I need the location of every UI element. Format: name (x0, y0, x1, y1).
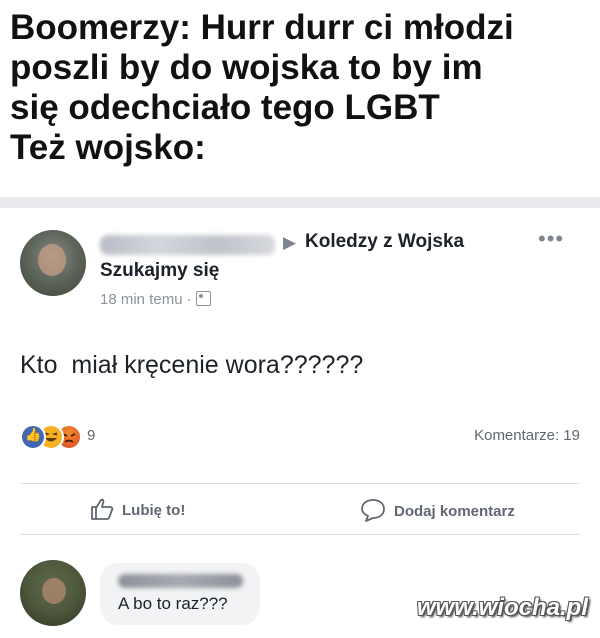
more-options-icon[interactable]: ••• (538, 226, 564, 252)
like-button[interactable]: Lubię to! (90, 498, 185, 524)
like-reaction-icon (20, 424, 46, 450)
speech-bubble-icon (360, 498, 386, 526)
facebook-post: ▶ Koledzy z Wojska ••• Szukajmy się 18 m… (0, 208, 600, 638)
feed-divider (0, 197, 600, 208)
reaction-count: 9 (87, 427, 96, 444)
comment-bubble: A bo to raz??? (100, 563, 260, 625)
like-label: Lubię to! (122, 501, 186, 519)
caption-line: poszli by do wojska to by im (10, 48, 483, 87)
poster-avatar[interactable] (20, 230, 86, 296)
caption-line: Boomerzy: Hurr durr ci młodzi (10, 8, 514, 47)
poster-name-blurred[interactable] (100, 235, 275, 255)
post-body: Kto miał kręcenie wora?????? (20, 351, 364, 379)
post-meta: 18 min temu · (100, 291, 211, 308)
thumbs-up-icon (90, 498, 114, 524)
separator-dot: · (186, 291, 192, 308)
commenter-name-blurred[interactable] (118, 574, 243, 588)
group-name-link[interactable]: Koledzy z Wojska (305, 231, 464, 253)
post-feeling: Szukajmy się (100, 260, 220, 281)
post-timestamp[interactable]: 18 min temu (100, 291, 183, 308)
comment-text: A bo to raz??? (118, 594, 228, 613)
site-watermark: www.wiocha.pl (416, 594, 588, 621)
triangle-right-icon: ▶ (283, 233, 297, 252)
audience-icon[interactable] (195, 291, 211, 306)
post-action-bar: Lubię to! Dodaj komentarz (20, 483, 580, 535)
meme-caption: Boomerzy: Hurr durr ci młodzi poszli by … (10, 8, 595, 168)
commenter-avatar[interactable] (20, 560, 86, 626)
caption-line: się odechciało tego LGBT (10, 88, 440, 127)
comments-count-link[interactable]: Komentarze: 19 (474, 427, 580, 444)
comment-item: A bo to raz??? (0, 538, 600, 638)
caption-line: Też wojsko: (10, 128, 206, 167)
comment-label: Dodaj komentarz (394, 502, 515, 520)
comment-button[interactable]: Dodaj komentarz (360, 498, 515, 526)
